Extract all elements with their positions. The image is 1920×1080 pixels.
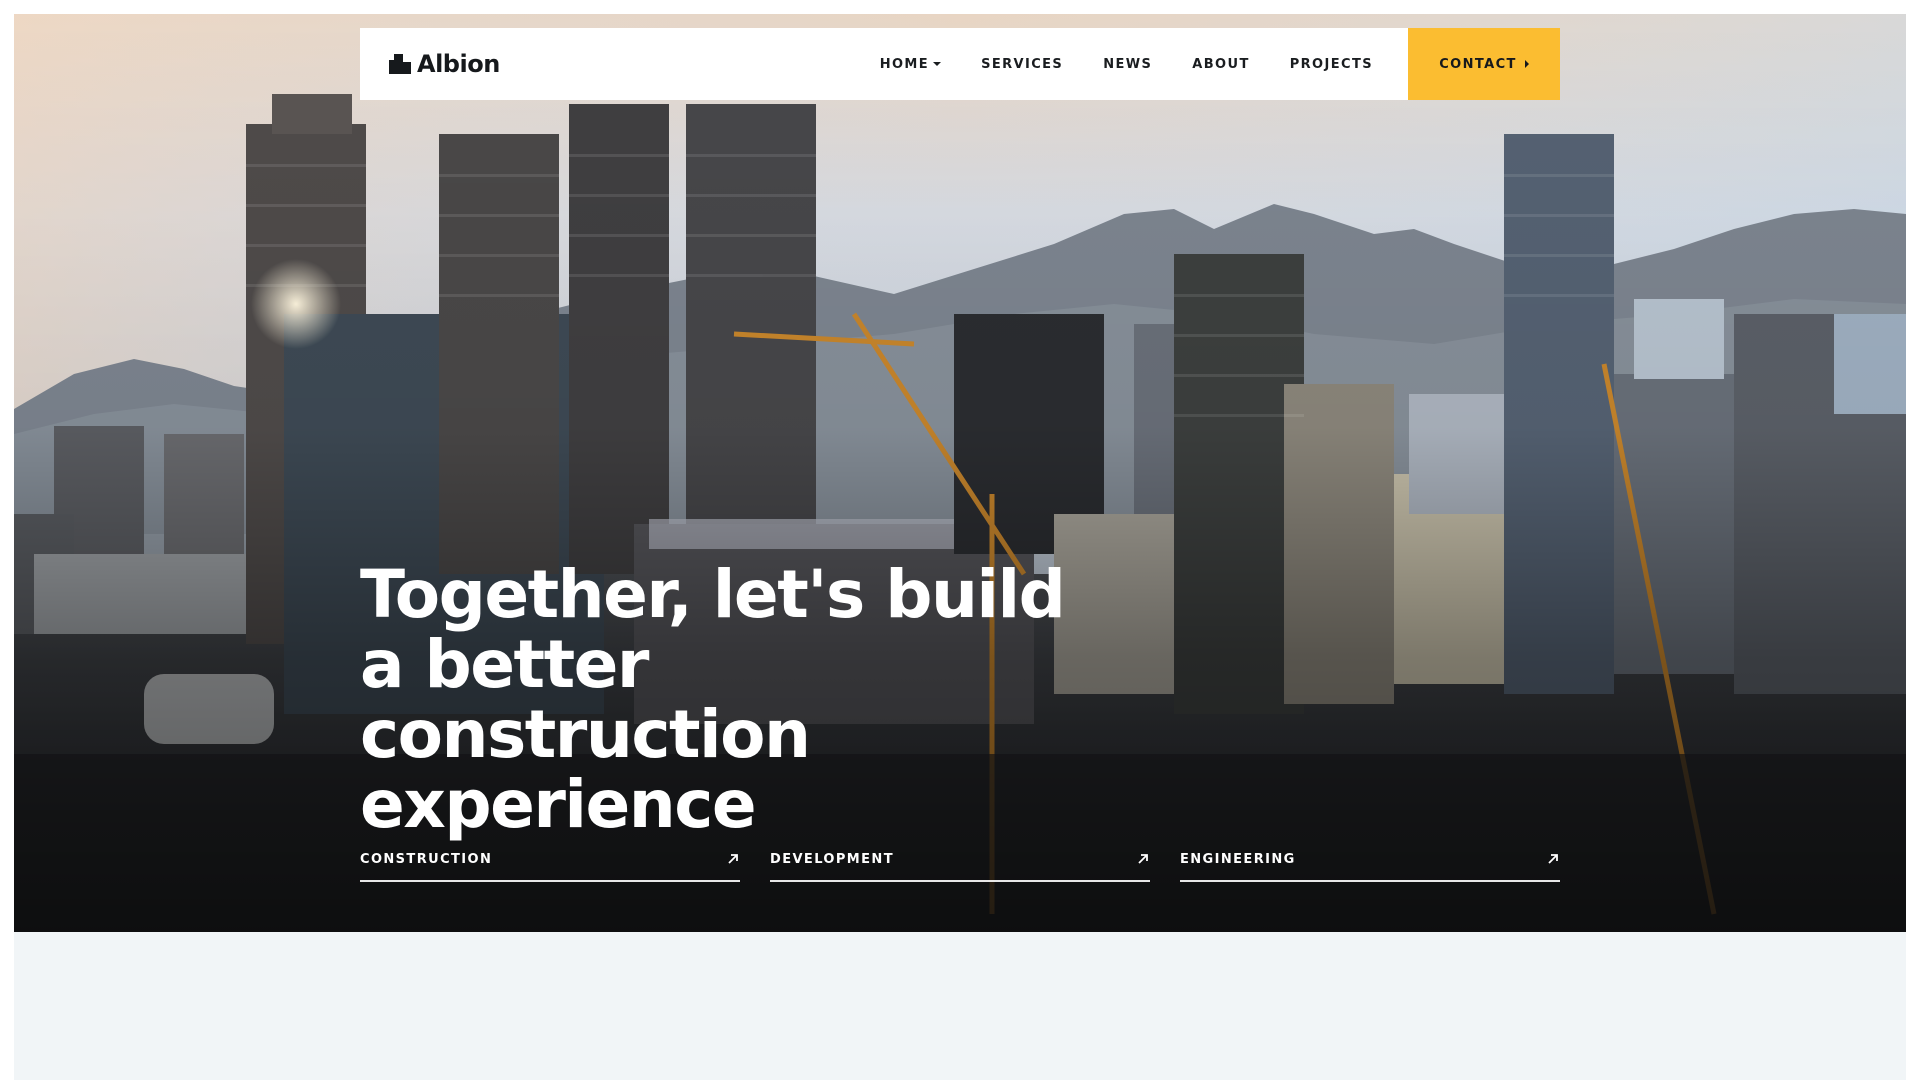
- nav-item-label: HOME: [879, 56, 930, 72]
- nav-item-label: ABOUT: [1192, 56, 1250, 72]
- service-link-label: ENGINEERING: [1180, 852, 1296, 867]
- arrow-up-right-icon: [1138, 854, 1148, 864]
- nav-item-about[interactable]: ABOUT: [1192, 57, 1249, 72]
- top-navbar: Albion HOME SERVICES NEWS ABOUT PROJECTS…: [360, 28, 1560, 100]
- brand-logo[interactable]: Albion: [389, 28, 500, 100]
- nav-item-home[interactable]: HOME: [879, 56, 942, 72]
- hero-headline: Together, let's build a better construct…: [360, 556, 1066, 843]
- nav-item-label: NEWS: [1103, 56, 1153, 72]
- nav-menu: HOME SERVICES NEWS ABOUT PROJECTS: [880, 28, 1408, 100]
- building-icon: [389, 54, 411, 74]
- nav-item-projects[interactable]: PROJECTS: [1290, 57, 1373, 72]
- nav-item-services[interactable]: SERVICES: [981, 57, 1063, 72]
- service-link-engineering[interactable]: ENGINEERING: [1180, 846, 1560, 882]
- brand-name: Albion: [417, 50, 500, 78]
- arrow-up-right-icon: [728, 854, 738, 864]
- contact-button-label: CONTACT: [1439, 56, 1517, 72]
- nav-item-label: SERVICES: [981, 56, 1064, 72]
- service-link-label: DEVELOPMENT: [770, 852, 894, 867]
- service-link-development[interactable]: DEVELOPMENT: [770, 846, 1150, 882]
- contact-button[interactable]: CONTACT: [1408, 28, 1560, 100]
- chevron-right-icon: [1524, 60, 1529, 68]
- arrow-up-right-icon: [1548, 854, 1558, 864]
- service-link-construction[interactable]: CONSTRUCTION: [360, 846, 740, 882]
- service-link-label: CONSTRUCTION: [360, 852, 493, 867]
- chevron-down-icon: [933, 62, 942, 66]
- nav-item-label: PROJECTS: [1289, 56, 1373, 72]
- service-links: CONSTRUCTION DEVELOPMENT ENGINEERING: [360, 846, 1560, 882]
- nav-item-news[interactable]: NEWS: [1103, 57, 1152, 72]
